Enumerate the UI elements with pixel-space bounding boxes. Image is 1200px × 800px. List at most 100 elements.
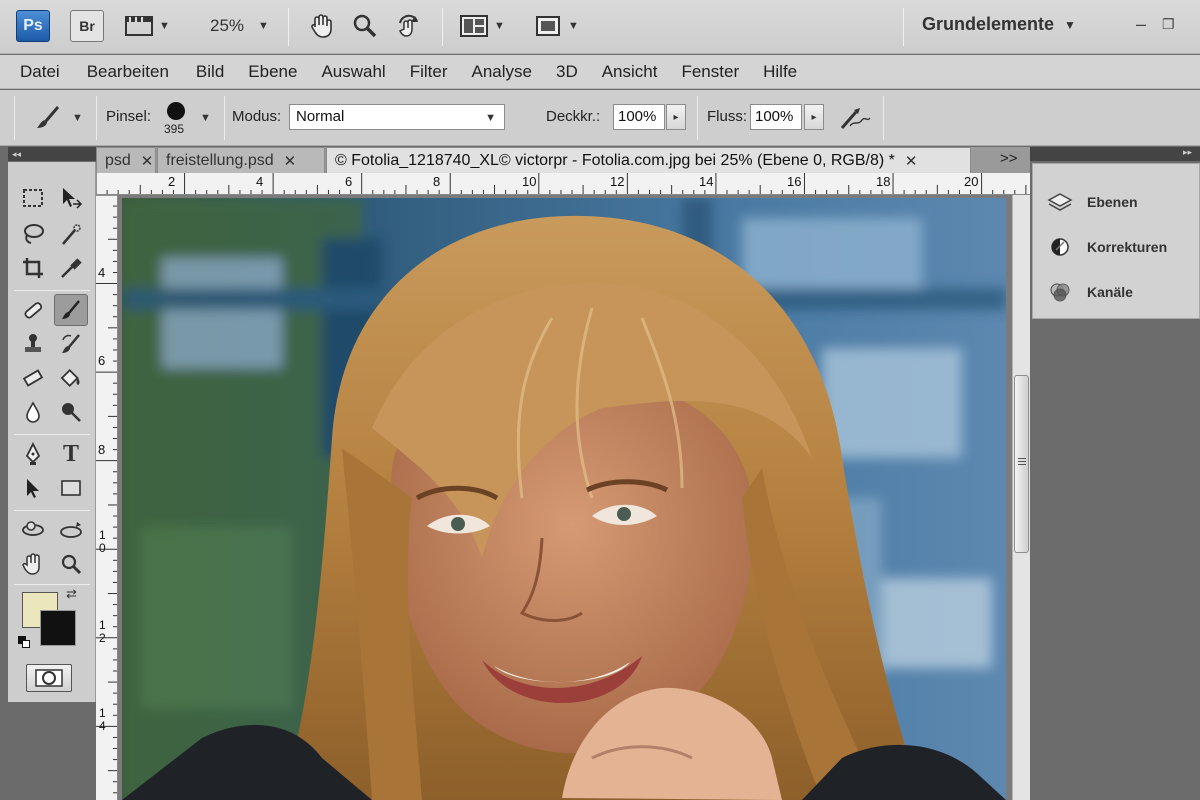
quick-selection-tool[interactable]: [54, 218, 88, 250]
chevron-right-icon: ▸: [673, 111, 679, 123]
blur-tool[interactable]: [16, 396, 50, 428]
document-image[interactable]: [122, 198, 1006, 800]
tool-options-bar: ▼ Pinsel: 395 ▼ Modus: Normal ▼ Deckkr.:…: [0, 90, 1200, 146]
path-selection-icon: [27, 479, 39, 498]
divider: [903, 8, 904, 46]
menu-ebene[interactable]: Ebene: [248, 62, 297, 82]
menu-bar: Datei Bearbeiten Bild Ebene Auswahl Filt…: [0, 55, 1200, 89]
screen-mode-button[interactable]: ▼: [534, 10, 579, 42]
swap-colors-button[interactable]: ⇄: [66, 586, 77, 602]
menu-filter[interactable]: Filter: [410, 62, 448, 82]
flow-input[interactable]: 100%: [750, 104, 802, 130]
rectangle-icon: [61, 480, 81, 496]
document-tab[interactable]: freistellung.psd ✕: [157, 147, 325, 173]
eyedropper-icon: [61, 258, 82, 278]
eyedropper-tool[interactable]: [54, 252, 88, 284]
opacity-input[interactable]: 100%: [613, 104, 665, 130]
clone-stamp-tool[interactable]: [16, 328, 50, 360]
hand-icon: [22, 553, 40, 575]
workspace-switcher[interactable]: Grundelemente ▼: [922, 14, 1076, 35]
horizontal-ruler: 2 4 6 8 10 12 14 16 18 20: [96, 173, 1030, 195]
arrange-documents-button[interactable]: ▼: [460, 10, 505, 42]
chevron-down-icon[interactable]: ▼: [200, 112, 211, 124]
default-colors-button[interactable]: [18, 636, 30, 648]
ruler-label: 8: [98, 442, 106, 457]
restore-button[interactable]: ❐: [1162, 16, 1175, 33]
pen-icon: [25, 442, 41, 465]
bridge-launch-button[interactable]: Br: [70, 10, 104, 42]
airbrush-toggle[interactable]: [838, 104, 872, 137]
brush-tool[interactable]: [54, 294, 88, 326]
marquee-tool[interactable]: [16, 182, 50, 214]
grip: [14, 96, 15, 140]
paint-bucket-tool[interactable]: [54, 362, 88, 394]
hand-icon: [311, 14, 332, 38]
zoom-tool[interactable]: [54, 548, 88, 580]
lasso-tool[interactable]: [16, 218, 50, 250]
rotate-view-button[interactable]: [395, 10, 423, 42]
zoom-level-dropdown[interactable]: 25% ▼: [210, 10, 269, 42]
brush-picker[interactable]: 395: [162, 100, 192, 140]
menu-bearbeiten[interactable]: Bearbeiten: [87, 62, 169, 82]
panel-button-channels[interactable]: Kanäle: [1047, 280, 1133, 304]
zoom-tool-button[interactable]: [352, 10, 378, 42]
divider: [697, 96, 698, 140]
shape-tool[interactable]: [54, 472, 88, 504]
tool-preset-picker[interactable]: ▼: [34, 104, 83, 137]
move-tool[interactable]: [54, 182, 88, 214]
quick-mask-button[interactable]: [26, 664, 72, 692]
collapse-icon: ◂◂: [12, 149, 22, 159]
blend-mode-select[interactable]: Normal ▼: [289, 104, 505, 130]
menu-hilfe[interactable]: Hilfe: [763, 62, 797, 82]
tab-label: psd: [105, 151, 131, 169]
scrollbar-thumb[interactable]: [1014, 375, 1029, 553]
close-icon[interactable]: ✕: [284, 152, 297, 170]
tab-label: © Fotolia_1218740_XL© victorpr - Fotolia…: [335, 151, 895, 169]
ruler-label: 12: [610, 174, 625, 189]
document-tab[interactable]: psd ✕: [96, 147, 156, 173]
panel-button-layers[interactable]: Ebenen: [1047, 190, 1138, 214]
minimize-button[interactable]: –: [1136, 14, 1146, 35]
ruler-label: 1 0: [99, 528, 106, 555]
pen-tool[interactable]: [16, 438, 50, 470]
extras-frame-button[interactable]: ▼: [125, 10, 170, 42]
menu-bild[interactable]: Bild: [196, 62, 224, 82]
menu-fenster[interactable]: Fenster: [681, 62, 739, 82]
ruler-label: 4: [256, 174, 264, 189]
crop-tool[interactable]: [16, 252, 50, 284]
flow-slider-button[interactable]: ▸: [804, 104, 824, 130]
panel-dock-bar[interactable]: ▸▸: [1030, 147, 1200, 161]
menu-datei[interactable]: Datei: [20, 62, 60, 82]
ruler-label: 20: [964, 174, 979, 189]
3d-rotate-tool[interactable]: [16, 514, 50, 546]
menu-analyse[interactable]: Analyse: [472, 62, 532, 82]
vertical-scrollbar[interactable]: [1012, 195, 1030, 800]
close-icon[interactable]: ✕: [141, 152, 154, 170]
healing-brush-tool[interactable]: [16, 294, 50, 326]
quick-mask-icon: [35, 669, 63, 687]
3d-orbit-tool[interactable]: [54, 514, 88, 546]
eraser-tool[interactable]: [16, 362, 50, 394]
close-icon[interactable]: ✕: [905, 152, 918, 170]
3d-rotate-icon: [22, 521, 44, 536]
bandage-icon: [24, 302, 43, 319]
menu-auswahl[interactable]: Auswahl: [321, 62, 385, 82]
tabs-overflow-button[interactable]: >>: [1000, 150, 1018, 167]
menu-ansicht[interactable]: Ansicht: [602, 62, 658, 82]
type-tool[interactable]: T: [54, 438, 88, 470]
path-selection-tool[interactable]: [16, 472, 50, 504]
toolbox-collapse-bar[interactable]: ◂◂: [8, 147, 96, 161]
chevron-right-icon: ▸: [811, 111, 817, 123]
background-color-swatch[interactable]: [40, 610, 76, 646]
dodge-tool[interactable]: [54, 396, 88, 428]
history-brush-tool[interactable]: [54, 328, 88, 360]
paint-bucket-icon: [60, 368, 80, 388]
photoshop-logo: Ps: [16, 10, 50, 42]
menu-3d[interactable]: 3D: [556, 62, 578, 82]
document-tab-active[interactable]: © Fotolia_1218740_XL© victorpr - Fotolia…: [326, 147, 971, 173]
panel-button-adjustments[interactable]: Korrekturen: [1047, 235, 1167, 259]
hand-tool[interactable]: [16, 548, 50, 580]
opacity-slider-button[interactable]: ▸: [666, 104, 686, 130]
ruler-label: 1 2: [99, 618, 106, 645]
hand-tool-button[interactable]: [308, 10, 334, 42]
